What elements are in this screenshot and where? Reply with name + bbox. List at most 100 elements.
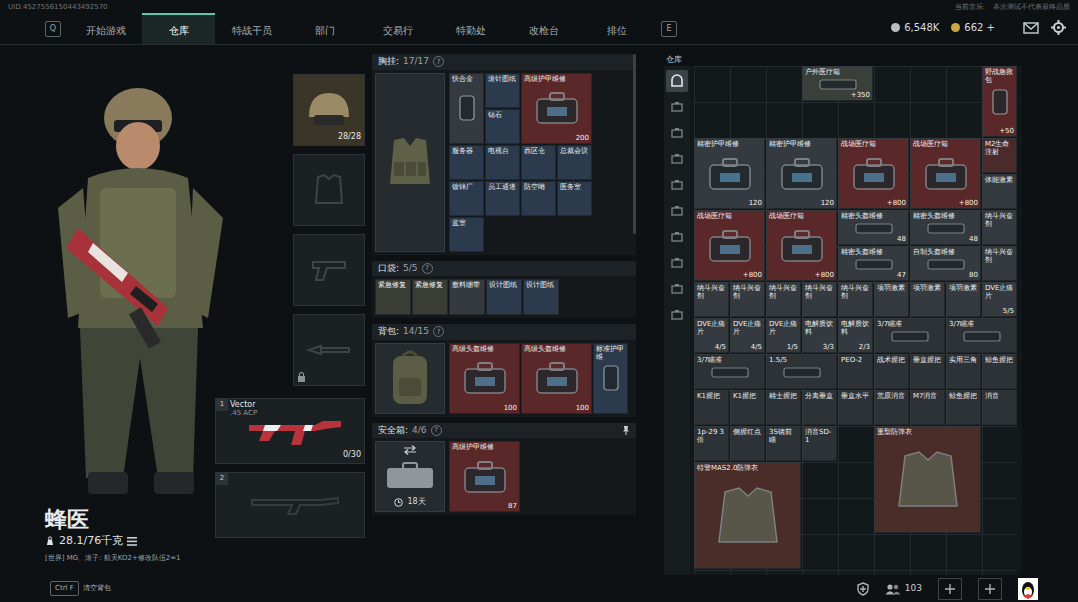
inventory-item[interactable]: 设计图纸: [486, 279, 522, 315]
inventory-item[interactable]: 高级头盔维修100: [449, 343, 520, 414]
inventory-item[interactable]: 战场医疗箱+800: [694, 210, 765, 281]
inventory-item[interactable]: 总裁会议: [557, 145, 592, 180]
inventory-item[interactable]: PEO-2: [838, 354, 873, 389]
inventory-item[interactable]: 精密头盔维修47: [838, 246, 909, 281]
inventory-item[interactable]: DVE止痛片4/5: [694, 318, 729, 353]
inventory-item[interactable]: K1握把: [730, 390, 765, 425]
inventory-item[interactable]: 紧急修复: [375, 279, 411, 315]
invite-slot[interactable]: [938, 578, 962, 600]
inventory-item[interactable]: 西区仓: [521, 145, 556, 180]
inventory-item[interactable]: 精密护甲维修120: [766, 138, 837, 209]
inventory-item[interactable]: 钻石: [485, 109, 520, 144]
inventory-item[interactable]: 3/7瞄准: [694, 354, 765, 389]
nav-tab[interactable]: 排位: [580, 13, 653, 44]
inventory-item[interactable]: 1.5/5: [766, 354, 837, 389]
inventory-item[interactable]: 高级头盔维修100: [521, 343, 592, 414]
inventory-item[interactable]: DVE止痛片4/5: [730, 318, 765, 353]
inventory-item[interactable]: 服务器: [449, 145, 484, 180]
inventory-item[interactable]: 电视台: [485, 145, 520, 180]
inventory-item[interactable]: 鲸鱼握把: [982, 354, 1017, 389]
sidearm-slot[interactable]: [293, 234, 365, 306]
inventory-item[interactable]: 项羽激素: [910, 282, 945, 317]
inventory-item[interactable]: 员工通道: [485, 181, 520, 216]
inventory-item[interactable]: 消音SD-1: [802, 426, 837, 461]
inventory-item[interactable]: 电解质饮料3/3: [802, 318, 837, 353]
help-button[interactable]: ?: [433, 56, 444, 67]
inventory-item[interactable]: 滚针图纸: [485, 73, 520, 108]
nav-tab[interactable]: 交易行: [361, 13, 434, 44]
inventory-item[interactable]: 3/7瞄准: [946, 318, 1017, 353]
settings-button[interactable]: [1051, 20, 1066, 37]
inventory-item[interactable]: 自制头盔维修80: [910, 246, 981, 281]
inventory-item[interactable]: 分离垂直: [802, 390, 837, 425]
category-tab[interactable]: [666, 122, 688, 144]
inventory-item[interactable]: 纳斗兴奋剂: [838, 282, 873, 317]
inventory-item[interactable]: 3/7瞄准: [874, 318, 945, 353]
inventory-item[interactable]: 纳斗兴奋剂: [730, 282, 765, 317]
next-tab-key[interactable]: E: [661, 21, 677, 37]
inventory-item[interactable]: 纳斗兴奋剂: [802, 282, 837, 317]
inventory-item[interactable]: 战场医疗箱+800: [838, 138, 909, 209]
secondary-weapon-slot[interactable]: 2: [215, 472, 365, 538]
inventory-item[interactable]: 重型防弹衣: [874, 426, 981, 533]
inventory-item[interactable]: K1握把: [694, 390, 729, 425]
melee-slot[interactable]: [293, 314, 365, 386]
nav-tab[interactable]: 特勤处: [434, 13, 507, 44]
category-tab[interactable]: [666, 252, 688, 274]
inventory-item[interactable]: 实用三角: [946, 354, 981, 389]
inventory-item[interactable]: 纳斗兴奋剂: [982, 210, 1017, 245]
inventory-item[interactable]: 垂直水平: [838, 390, 873, 425]
backpack-image[interactable]: [375, 343, 445, 414]
inventory-item[interactable]: 医务室: [557, 181, 592, 216]
help-button[interactable]: ?: [431, 425, 442, 436]
inventory-item[interactable]: 标准护甲维: [593, 343, 628, 414]
friends-button[interactable]: 103: [885, 582, 922, 596]
inventory-item[interactable]: 纳斗兴奋剂: [982, 246, 1017, 281]
inventory-item[interactable]: 消音: [982, 390, 1017, 425]
category-tab[interactable]: [666, 278, 688, 300]
inventory-item[interactable]: 快合金: [449, 73, 484, 144]
help-button[interactable]: ?: [433, 326, 444, 337]
category-tab[interactable]: [666, 70, 688, 92]
helmet-slot[interactable]: 28/28: [293, 74, 365, 146]
scrollbar[interactable]: [633, 54, 636, 234]
nav-tab[interactable]: 开始游戏: [69, 13, 142, 44]
inventory-item[interactable]: 精密护甲维修120: [694, 138, 765, 209]
inventory-item[interactable]: 项羽激素: [946, 282, 981, 317]
armor-slot[interactable]: [293, 154, 365, 226]
mail-button[interactable]: [1023, 20, 1039, 37]
nav-tab[interactable]: 特战干员: [215, 13, 288, 44]
category-tab[interactable]: [666, 96, 688, 118]
inventory-item[interactable]: 1p-29 3倍: [694, 426, 729, 461]
inventory-item[interactable]: 精士握把: [766, 390, 801, 425]
invite-slot[interactable]: [978, 578, 1002, 600]
inventory-item[interactable]: 项羽激素: [874, 282, 909, 317]
inventory-item[interactable]: 高级护甲维修87: [449, 441, 520, 512]
inventory-item[interactable]: 战场医疗箱+800: [910, 138, 981, 209]
inventory-item[interactable]: M7消音: [910, 390, 945, 425]
nav-tab[interactable]: 部门: [288, 13, 361, 44]
category-tab[interactable]: [666, 226, 688, 248]
inventory-item[interactable]: 高级护甲维修200: [521, 73, 592, 144]
inventory-item[interactable]: 3S镜前瞄: [766, 426, 801, 461]
inventory-item[interactable]: 纳斗兴奋剂: [694, 282, 729, 317]
inventory-item[interactable]: 纳斗兴奋剂: [766, 282, 801, 317]
inventory-item[interactable]: 精密头盔维修48: [910, 210, 981, 245]
nav-tab[interactable]: 改枪台: [507, 13, 580, 44]
hotkey[interactable]: Ctrl F: [50, 581, 79, 596]
inventory-item[interactable]: 战场医疗箱+800: [766, 210, 837, 281]
safe-box-image[interactable]: 18天: [375, 441, 445, 512]
category-tab[interactable]: [666, 304, 688, 326]
inventory-item[interactable]: 精密头盔维修48: [838, 210, 909, 245]
nav-tab[interactable]: 仓库: [142, 13, 215, 44]
chest-rig-image[interactable]: [375, 73, 445, 252]
inventory-item[interactable]: 防空哨: [521, 181, 556, 216]
inventory-item[interactable]: 设计图纸: [523, 279, 559, 315]
inventory-item[interactable]: 野战急救包+50: [982, 66, 1017, 137]
inventory-item[interactable]: 紧急修复: [412, 279, 448, 315]
inventory-item[interactable]: 敷料绷带: [449, 279, 485, 315]
inventory-item[interactable]: 蓝室: [449, 217, 484, 252]
category-tab[interactable]: [666, 148, 688, 170]
inventory-item[interactable]: 鲸鱼握把: [946, 390, 981, 425]
inventory-item[interactable]: 户外医疗箱+350: [802, 66, 873, 101]
